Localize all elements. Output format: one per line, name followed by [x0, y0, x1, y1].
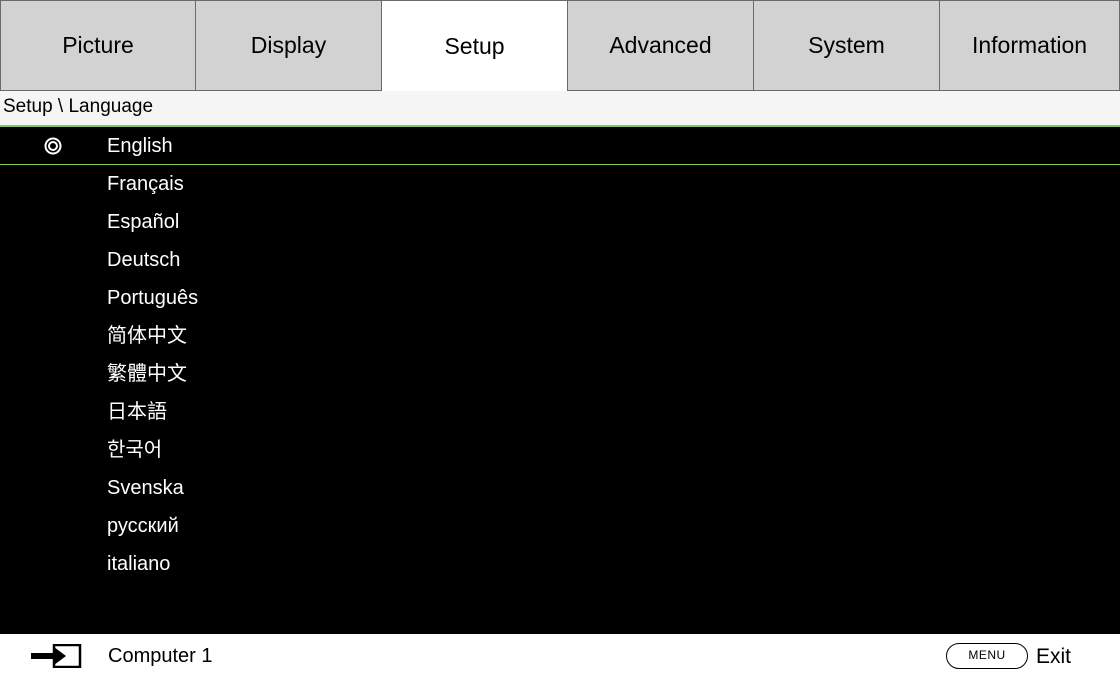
language-item-korean[interactable]: 한국어	[0, 431, 1120, 469]
selected-radio-icon	[44, 137, 62, 155]
exit-label: Exit	[1036, 645, 1072, 668]
source-label: Computer 1	[108, 645, 213, 667]
tab-label: Setup	[444, 32, 505, 59]
language-list: English Français Español Deutsch Portugu…	[0, 127, 1120, 634]
tab-advanced[interactable]: Advanced	[568, 0, 754, 91]
language-label: 日本語	[107, 401, 167, 423]
language-label: 简体中文	[107, 325, 187, 347]
language-label: Deutsch	[107, 249, 181, 271]
menu-key-icon: MENU	[946, 643, 1028, 669]
language-label: Português	[107, 287, 199, 309]
language-label: Svenska	[107, 477, 184, 499]
language-item-portugues[interactable]: Português	[0, 279, 1120, 317]
language-item-italiano[interactable]: italiano	[0, 545, 1120, 583]
language-item-svenska[interactable]: Svenska	[0, 469, 1120, 507]
language-label: English	[107, 135, 173, 157]
language-label: 繁體中文	[107, 363, 187, 385]
tab-setup[interactable]: Setup	[382, 0, 568, 91]
status-bar: Computer 1 MENU Exit	[0, 634, 1120, 678]
language-item-deutsch[interactable]: Deutsch	[0, 241, 1120, 279]
language-label: русский	[107, 515, 179, 537]
tab-information[interactable]: Information	[940, 0, 1120, 91]
language-label: 한국어	[107, 439, 163, 461]
tab-system[interactable]: System	[754, 0, 940, 91]
breadcrumb: Setup \ Language	[0, 91, 1120, 127]
tab-label: Advanced	[609, 32, 712, 58]
language-item-japanese[interactable]: 日本語	[0, 393, 1120, 431]
language-item-espanol[interactable]: Español	[0, 203, 1120, 241]
input-source-icon	[31, 644, 82, 668]
language-label: Français	[107, 173, 184, 195]
tab-label: System	[808, 32, 885, 58]
language-item-francais[interactable]: Français	[0, 165, 1120, 203]
tab-display[interactable]: Display	[196, 0, 382, 91]
language-item-russian[interactable]: русский	[0, 507, 1120, 545]
tab-label: Picture	[62, 32, 134, 58]
tab-label: Information	[971, 32, 1088, 58]
tab-bar: Picture Display Setup Advanced System In…	[0, 0, 1120, 91]
tab-picture[interactable]: Picture	[0, 0, 196, 91]
language-item-english[interactable]: English	[0, 127, 1120, 165]
tab-label: Display	[250, 32, 327, 58]
language-item-traditional-chinese[interactable]: 繁體中文	[0, 355, 1120, 393]
language-label: Español	[107, 211, 180, 233]
language-item-simplified-chinese[interactable]: 简体中文	[0, 317, 1120, 355]
language-label: italiano	[107, 553, 171, 575]
